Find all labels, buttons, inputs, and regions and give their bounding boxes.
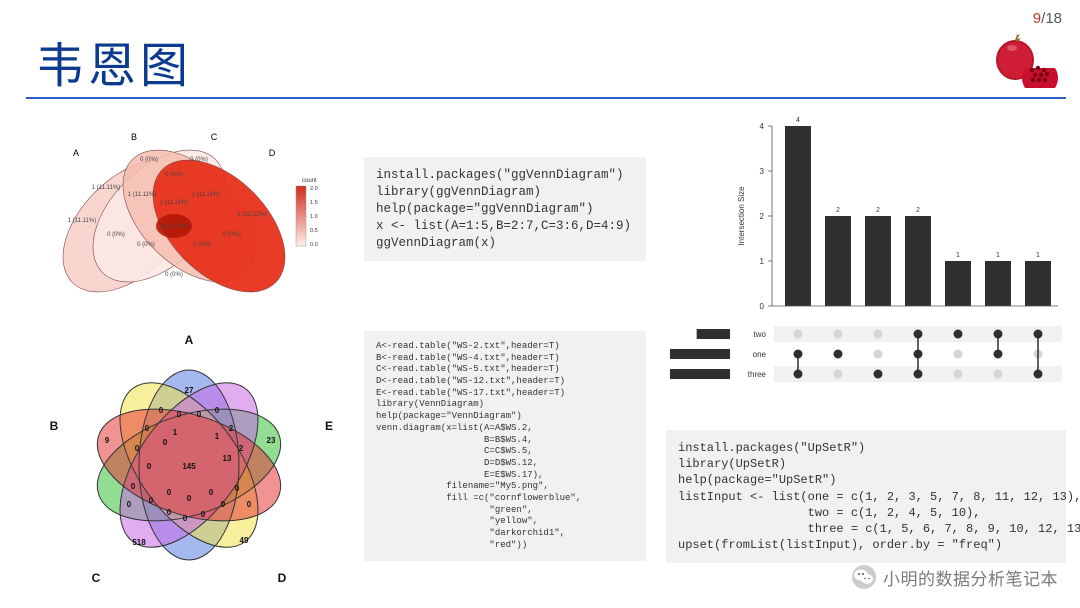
title-divider <box>26 97 1066 99</box>
svg-text:1: 1 <box>760 257 765 266</box>
svg-text:two: two <box>754 330 767 339</box>
svg-text:0: 0 <box>760 302 765 311</box>
svg-text:Intersection Size: Intersection Size <box>737 186 746 246</box>
svg-text:1: 1 <box>173 428 178 437</box>
svg-text:0 (0%): 0 (0%) <box>140 157 158 163</box>
svg-text:0: 0 <box>167 488 172 497</box>
svg-text:0 (0%): 0 (0%) <box>190 157 208 163</box>
watermark-text: 小明的数据分析笔记本 <box>883 565 1058 590</box>
svg-text:0 (0%): 0 (0%) <box>193 242 211 248</box>
svg-text:C: C <box>92 571 101 585</box>
svg-text:0: 0 <box>163 438 168 447</box>
svg-text:A: A <box>73 148 79 158</box>
slide-title: 韦恩图 <box>36 26 192 96</box>
svg-text:0: 0 <box>167 508 172 517</box>
svg-text:1: 1 <box>956 252 960 259</box>
svg-text:13: 13 <box>223 454 232 463</box>
svg-text:1 (11.11%): 1 (11.11%) <box>128 192 156 198</box>
svg-text:one: one <box>753 350 767 359</box>
code-ggvenndiagram: install.packages("ggVennDiagram") librar… <box>364 157 646 261</box>
svg-text:0.5: 0.5 <box>310 228 318 234</box>
svg-text:0: 0 <box>127 500 132 509</box>
wechat-icon <box>851 564 877 590</box>
svg-text:4: 4 <box>796 117 800 124</box>
svg-text:27: 27 <box>185 386 194 395</box>
svg-text:0: 0 <box>183 514 188 523</box>
svg-text:2: 2 <box>760 212 765 221</box>
svg-text:145: 145 <box>182 462 196 471</box>
svg-text:0: 0 <box>147 462 152 471</box>
svg-text:0: 0 <box>159 406 164 415</box>
venn-5set-chart: 145 27 9 518 49 23 0 0 0 0 2 2 1 13 0 0 … <box>24 330 354 592</box>
svg-text:0 (0%): 0 (0%) <box>165 172 183 178</box>
svg-text:1 (11.11%): 1 (11.11%) <box>192 192 220 198</box>
svg-text:A: A <box>185 333 194 347</box>
svg-text:1 (11.11%): 1 (11.11%) <box>68 218 96 224</box>
svg-text:2.0: 2.0 <box>310 186 318 192</box>
svg-text:0: 0 <box>177 410 182 419</box>
svg-text:2: 2 <box>916 207 920 214</box>
page-current: 9 <box>1033 10 1041 27</box>
svg-text:23: 23 <box>267 436 276 445</box>
svg-text:D: D <box>269 148 276 158</box>
svg-text:49: 49 <box>240 536 249 545</box>
pomegranate-icon <box>990 28 1060 88</box>
code-upsetr: install.packages("UpSetR") library(UpSet… <box>666 430 1066 563</box>
svg-text:D: D <box>278 571 287 585</box>
svg-text:0: 0 <box>131 482 136 491</box>
svg-text:1: 1 <box>215 432 220 441</box>
svg-text:1 (11.11%): 1 (11.11%) <box>160 200 188 206</box>
svg-text:0: 0 <box>247 500 252 509</box>
svg-text:0 (0%): 0 (0%) <box>165 272 183 278</box>
svg-text:2: 2 <box>836 207 840 214</box>
svg-text:0: 0 <box>215 406 220 415</box>
svg-text:2: 2 <box>876 207 880 214</box>
svg-text:518: 518 <box>132 538 146 547</box>
svg-text:4: 4 <box>760 122 765 131</box>
svg-text:9: 9 <box>105 436 110 445</box>
svg-text:0: 0 <box>145 424 150 433</box>
svg-text:2 (22.22%): 2 (22.22%) <box>159 224 188 230</box>
svg-text:0: 0 <box>221 500 226 509</box>
page-counter: 9/18 <box>1033 10 1062 27</box>
venn-4set-chart: A B C D 0 (0%) 0 (0%) 0 (0%) 1 (11.11%) … <box>24 116 334 316</box>
svg-text:3: 3 <box>760 167 765 176</box>
svg-text:0.0: 0.0 <box>310 242 318 248</box>
svg-text:count: count <box>302 178 317 184</box>
svg-text:0: 0 <box>187 494 192 503</box>
svg-text:0 (0%): 0 (0%) <box>223 232 241 238</box>
svg-text:0 (0%): 0 (0%) <box>137 242 155 248</box>
code-venndiagram: A<-read.table("WS-2.txt",header=T) B<-re… <box>364 331 646 561</box>
svg-text:E: E <box>325 419 333 433</box>
svg-text:B: B <box>50 419 59 433</box>
upset-chart: 0 1 2 3 4 Intersection Size 4 2 2 2 1 1 1 two one three <box>658 116 1068 426</box>
svg-text:0: 0 <box>149 496 154 505</box>
svg-text:C: C <box>211 132 218 142</box>
svg-text:2: 2 <box>229 424 234 433</box>
svg-text:0: 0 <box>235 484 240 493</box>
svg-text:0: 0 <box>209 488 214 497</box>
svg-text:1.0: 1.0 <box>310 214 318 220</box>
svg-text:three: three <box>748 370 767 379</box>
svg-text:0: 0 <box>201 510 206 519</box>
svg-text:2 (22.22%): 2 (22.22%) <box>237 212 266 218</box>
svg-text:1: 1 <box>996 252 1000 259</box>
svg-text:1 (11.11%): 1 (11.11%) <box>92 185 120 191</box>
svg-text:0: 0 <box>197 410 202 419</box>
svg-text:1: 1 <box>1036 252 1040 259</box>
watermark: 小明的数据分析笔记本 <box>851 564 1058 590</box>
page-total: 18 <box>1045 10 1062 27</box>
svg-text:0: 0 <box>135 444 140 453</box>
svg-text:B: B <box>131 132 137 142</box>
svg-text:1.5: 1.5 <box>310 200 318 206</box>
svg-text:2: 2 <box>239 444 244 453</box>
svg-text:0 (0%): 0 (0%) <box>107 232 125 238</box>
